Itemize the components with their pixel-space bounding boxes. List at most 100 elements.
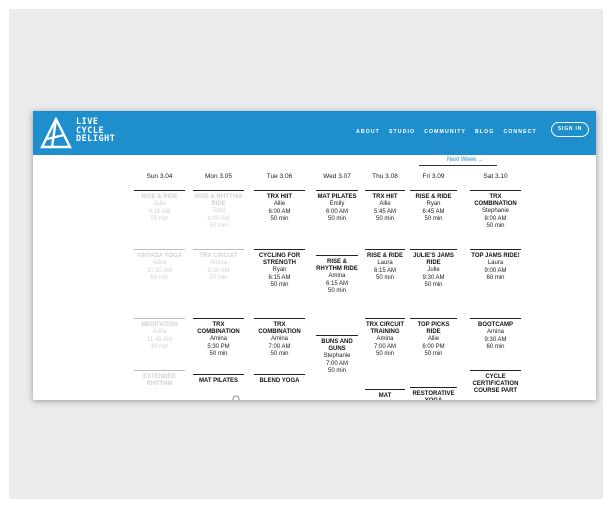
class-name: CYCLING FOR STRENGTH — [258, 253, 301, 266]
class-slot[interactable]: MAT PILATES — [193, 374, 244, 385]
divider — [193, 374, 244, 375]
instructor-name: Julie — [427, 267, 440, 273]
day-column: Wed 3.07 MAT PILATES Emily 6:00 AM 50 min RIS… — [316, 173, 358, 374]
class-slot[interactable]: TRX COMBINATION Stephanie 8:00 AM 50 min — [470, 194, 521, 231]
class-slot: RISE & RIDE Julie 9:15 AM 50 min — [134, 194, 185, 224]
class-name: TOP JAMS RIDE! — [471, 253, 520, 259]
class-duration: 60 min — [486, 344, 505, 351]
class-duration: 50 min — [424, 351, 443, 358]
divider — [254, 374, 305, 375]
divider — [365, 249, 405, 250]
class-slot[interactable]: BLEND YOGA — [254, 374, 305, 385]
instructor-name: Amina — [376, 336, 394, 342]
divider — [365, 318, 405, 319]
class-duration: 50 min — [375, 275, 394, 282]
class-name: RISE & RHYTHM RIDE — [316, 259, 358, 272]
class-duration: 50 min — [209, 275, 228, 282]
brand-wordmark[interactable]: LIVE CYCLE DELIGHT — [76, 118, 115, 144]
class-slot[interactable]: RISE & RIDE Ryan 6:45 AM 50 min — [410, 194, 457, 224]
class-duration: 50 min — [270, 282, 289, 289]
class-slot[interactable]: TRX COMBINATION Amina 5:30 PM 50 min — [193, 318, 244, 359]
class-time: 9:15 AM — [148, 208, 171, 215]
nav-studio[interactable]: STUDIO — [389, 128, 415, 136]
class-time: 8:00 AM — [484, 215, 507, 222]
class-slot: EXTENDED RHYTHM — [134, 370, 185, 388]
class-slot[interactable]: TRX COMBINATION Amina 7:00 AM 50 min — [254, 318, 305, 359]
class-slot[interactable]: TOP JAMS RIDE! Laura 9:00 AM 60 min — [470, 249, 521, 283]
day-header: Sat 3.10 — [470, 173, 521, 191]
class-duration: 50 min — [375, 351, 394, 358]
divider — [410, 387, 457, 388]
day-header: Thu 3.08 — [365, 173, 405, 191]
class-name: BLEND YOGA — [259, 378, 300, 384]
class-slot[interactable]: TRX HIIT Allie 6:00 AM 50 min — [254, 194, 305, 224]
class-duration: 50 min — [424, 282, 443, 289]
triangle-logo-icon[interactable] — [40, 117, 72, 149]
class-slot[interactable]: RESTORATIVE YOGA — [410, 387, 457, 400]
class-time: 7:00 AM — [268, 343, 291, 350]
class-duration: 60 min — [150, 275, 169, 282]
class-name: VINYASA YOGA — [136, 253, 183, 259]
class-duration: 50 min — [209, 351, 228, 358]
class-name: TRX HIIT — [267, 194, 292, 200]
class-slot[interactable]: RISE & RIDE Laura 6:15 AM 50 min — [365, 249, 405, 283]
class-slot[interactable]: TRX HIIT Allie 5:45 AM 50 min — [365, 194, 405, 224]
class-time: 9:00 AM — [484, 267, 507, 274]
nav-connect[interactable]: CONNECT — [503, 128, 536, 136]
class-slot[interactable]: RISE & RHYTHM RIDE Amina 6:15 AM 50 min — [316, 255, 358, 296]
class-duration: 60 min — [486, 275, 505, 282]
class-slot[interactable]: BOOTCAMP Amina 9:30 AM 60 min — [470, 318, 521, 352]
instructor-name: Laura — [377, 260, 393, 266]
divider — [410, 318, 457, 319]
sign-in-button[interactable]: SIGN IN — [551, 122, 589, 137]
class-time: 6:45 AM — [422, 208, 445, 215]
instructor-name: Adria — [152, 260, 167, 266]
class-name: EXTENDED RHYTHM — [143, 374, 176, 387]
instructor-name: Julie — [153, 201, 166, 207]
day-column: Thu 3.08 TRX HIIT Allie 5:45 AM 50 min RISE &… — [365, 173, 405, 399]
class-time: 6:00 AM — [207, 215, 230, 222]
instructor-name: Amina — [209, 260, 227, 266]
class-slot[interactable]: MAT PILATES Emily 6:00 AM 50 min — [316, 194, 358, 224]
class-slot: MEDITATION Adria 11:45 AM 30 min — [134, 318, 185, 352]
class-time: 6:30 AM — [207, 267, 230, 274]
instructor-name: Ryan — [272, 267, 287, 273]
next-week-link[interactable]: Next Week → — [447, 157, 484, 163]
divider — [470, 249, 521, 250]
day-column: Mon 3.05 RISE & RHYTHM RIDE Todd 6:00 AM 50 … — [193, 173, 244, 384]
class-time: 7:00 AM — [373, 343, 396, 350]
divider — [254, 318, 305, 319]
class-slot[interactable]: CYCLING FOR STRENGTH Ryan 6:15 AM 50 min — [254, 249, 305, 290]
day-header: Wed 3.07 — [316, 173, 358, 191]
divider — [470, 318, 521, 319]
class-duration: 30 min — [150, 344, 169, 351]
divider — [193, 249, 244, 250]
class-name: TRX COMBINATION — [258, 322, 301, 335]
class-time: 6:15 AM — [325, 280, 348, 287]
nav-about[interactable]: ABOUT — [356, 128, 380, 136]
nav-community[interactable]: COMMUNITY — [424, 128, 466, 136]
main-nav: ABOUT STUDIO COMMUNITY BLOG CONNECT — [356, 128, 537, 136]
class-duration: 50 min — [150, 216, 169, 223]
class-time: 9:30 AM — [422, 274, 445, 281]
divider — [134, 370, 185, 371]
class-time: 10:30 AM — [146, 267, 173, 274]
class-name: RISE & RHYTHM RIDE — [194, 194, 243, 207]
class-slot[interactable]: JULIE'S JAMS RIDE Julie 9:30 AM 50 min — [410, 249, 457, 290]
class-slot[interactable]: TRX CIRCUIT TRAINING Amina 7:00 AM 50 min — [365, 318, 405, 359]
class-slot[interactable]: BUNS AND GUNS Stephanie 7:00 AM 50 min — [316, 335, 358, 376]
class-name: TOP PICKS RIDE — [417, 322, 450, 335]
class-slot[interactable]: TOP PICKS RIDE Allie 6:00 PM 50 min — [410, 318, 457, 359]
site-header: LIVE CYCLE DELIGHT ABOUT STUDIO COMMUNIT… — [33, 111, 596, 155]
class-name: RISE & RIDE — [415, 194, 452, 200]
class-slot: TRX CIRCUIT Amina 6:30 AM 50 min — [193, 249, 244, 283]
nav-blog[interactable]: BLOG — [475, 128, 494, 136]
divider — [419, 165, 497, 166]
class-name: TRX CIRCUIT — [199, 253, 238, 259]
divider — [134, 318, 185, 319]
class-slot[interactable]: MAT — [365, 389, 405, 400]
class-slot[interactable]: CYCLE CERTIFICATION COURSE PART — [470, 370, 521, 395]
class-duration: 50 min — [327, 288, 346, 295]
divider — [316, 335, 358, 336]
divider — [365, 389, 405, 390]
